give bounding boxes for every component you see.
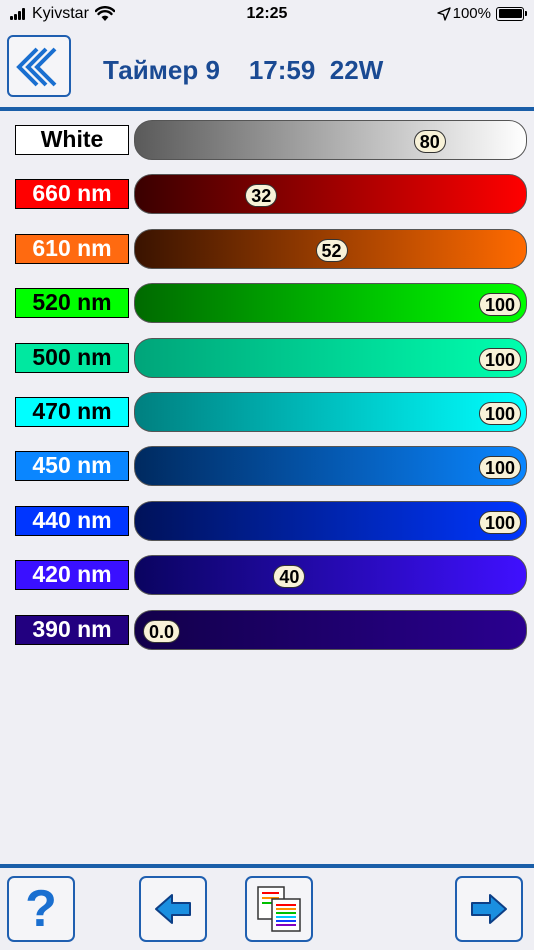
channel-slider[interactable]: 52 bbox=[134, 228, 527, 269]
channel-row: 420 nm 40 bbox=[0, 553, 534, 597]
app-screen: Kyivstar 12:25 100% Таймер 9 17:59 22W W… bbox=[0, 0, 534, 950]
channel-slider[interactable]: 80 bbox=[134, 120, 527, 160]
channel-slider[interactable]: 40 bbox=[134, 555, 527, 596]
slider-thumb-value[interactable]: 100 bbox=[478, 456, 522, 480]
double-chevron-left-icon bbox=[16, 47, 57, 87]
channel-slider[interactable]: 100 bbox=[134, 500, 527, 541]
channel-slider[interactable]: 32 bbox=[134, 174, 527, 215]
channel-row: White 80 bbox=[0, 118, 534, 162]
slider-thumb-value[interactable]: 0.0 bbox=[143, 619, 181, 643]
channel-slider[interactable]: 100 bbox=[134, 392, 527, 432]
channel-row: 390 nm 0.0 bbox=[0, 608, 534, 652]
arrow-left-icon bbox=[155, 894, 191, 924]
channel-label: 390 nm bbox=[15, 614, 129, 645]
channel-label: 520 nm bbox=[15, 288, 129, 319]
toolbar-divider bbox=[0, 864, 534, 868]
status-right: 100% bbox=[436, 5, 527, 22]
channel-label: 470 nm bbox=[15, 397, 129, 427]
next-button[interactable] bbox=[455, 876, 523, 942]
slider-thumb-value[interactable]: 100 bbox=[478, 402, 522, 425]
channel-slider[interactable]: 100 bbox=[134, 337, 527, 378]
page-title: Таймер 9 17:59 22W bbox=[103, 55, 384, 85]
copy-button[interactable] bbox=[245, 876, 313, 942]
slider-thumb-value[interactable]: 100 bbox=[478, 293, 522, 317]
channel-label: 660 nm bbox=[15, 179, 129, 210]
copy-documents-icon bbox=[257, 886, 301, 932]
channel-label: 500 nm bbox=[15, 342, 129, 373]
header-divider bbox=[0, 107, 534, 111]
slider-thumb-value[interactable]: 40 bbox=[273, 565, 306, 589]
channel-row: 440 nm 100 bbox=[0, 499, 534, 543]
header: Таймер 9 17:59 22W bbox=[0, 30, 534, 108]
channel-slider[interactable]: 100 bbox=[134, 283, 527, 324]
channel-row: 470 nm 100 bbox=[0, 390, 534, 434]
channel-label: 420 nm bbox=[15, 560, 129, 591]
channel-row: 610 nm 52 bbox=[0, 227, 534, 271]
help-button[interactable]: ? bbox=[7, 876, 75, 942]
channel-label: 610 nm bbox=[15, 233, 129, 264]
channel-row: 500 nm 100 bbox=[0, 336, 534, 380]
channel-label: 450 nm bbox=[15, 451, 129, 482]
status-bar: Kyivstar 12:25 100% bbox=[0, 0, 534, 30]
slider-thumb-value[interactable]: 52 bbox=[315, 238, 348, 262]
channel-label: 440 nm bbox=[15, 505, 129, 536]
battery-percent: 100% bbox=[452, 5, 491, 22]
channel-row: 520 nm 100 bbox=[0, 281, 534, 325]
channel-label: White bbox=[15, 125, 129, 155]
arrow-right-icon bbox=[471, 894, 507, 924]
channel-slider[interactable]: 100 bbox=[134, 446, 527, 487]
channel-slider[interactable]: 0.0 bbox=[134, 609, 527, 650]
location-arrow-icon bbox=[436, 6, 451, 21]
back-button[interactable] bbox=[7, 35, 71, 97]
previous-button[interactable] bbox=[139, 876, 207, 942]
slider-thumb-value[interactable]: 100 bbox=[478, 347, 522, 371]
question-icon: ? bbox=[25, 880, 57, 938]
channel-row: 660 nm 32 bbox=[0, 172, 534, 216]
slider-thumb-value[interactable]: 100 bbox=[478, 510, 522, 534]
channel-row: 450 nm 100 bbox=[0, 444, 534, 488]
slider-thumb-value[interactable]: 80 bbox=[413, 130, 446, 153]
slider-thumb-value[interactable]: 32 bbox=[245, 184, 278, 208]
battery-icon bbox=[496, 6, 527, 21]
